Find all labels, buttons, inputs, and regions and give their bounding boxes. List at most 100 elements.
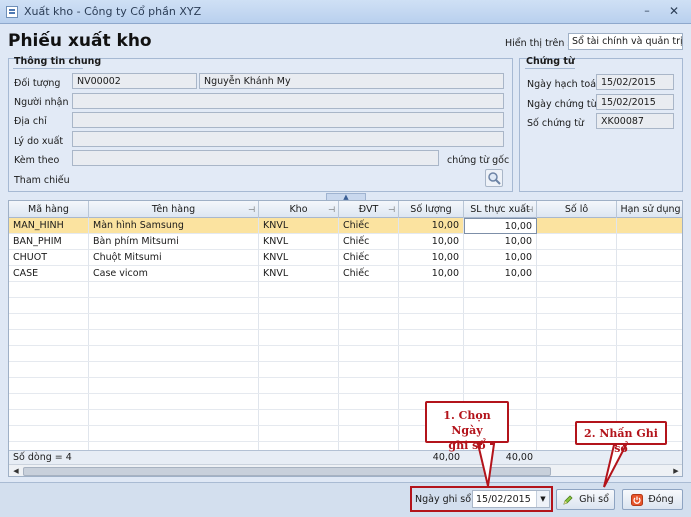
cell-kho[interactable]: KNVL	[259, 218, 339, 234]
ghi-so-label: Ghi sổ	[579, 494, 609, 505]
ngay-chung-tu-label: Ngày chứng từ	[527, 99, 597, 110]
col-header-so-luong[interactable]: Số lượng	[399, 201, 464, 218]
close-window-button[interactable]: ✕	[665, 3, 683, 19]
cell-sl-thuc-xuat[interactable]: 10,00	[464, 266, 537, 282]
step1-callout: 1. Chọn Ngày ghi sổ	[425, 401, 509, 452]
pencil-icon	[563, 494, 573, 505]
total-sl-thuc-xuat: 40,00	[505, 452, 533, 463]
nguoi-nhan-input[interactable]	[72, 93, 504, 109]
horizontal-scrollbar[interactable]: ◀ ▶	[9, 464, 682, 476]
cell-dvt[interactable]: Chiếc	[339, 250, 399, 266]
cell-han-su-dung[interactable]	[617, 266, 682, 282]
cell-ten-hang[interactable]: Bàn phím Mitsumi	[89, 234, 259, 250]
ly-do-xuat-input[interactable]	[72, 131, 504, 147]
cell-dvt[interactable]: Chiếc	[339, 266, 399, 282]
col-header-kho[interactable]: Kho ⊣	[259, 201, 339, 218]
doi-tuong-name-input[interactable]: Nguyễn Khánh My	[199, 73, 504, 89]
window-title: Xuất kho - Công ty Cổ phần XYZ	[24, 5, 202, 18]
table-row[interactable]: CHUOT Chuột Mitsumi KNVL Chiếc 10,00 10,…	[9, 250, 682, 266]
cell-ma-hang[interactable]: CASE	[9, 266, 89, 282]
col-header-dvt-label: ĐVT	[358, 204, 379, 215]
nguoi-nhan-label: Người nhận	[14, 97, 69, 108]
search-icon	[488, 172, 501, 185]
ngay-hach-toan-label: Ngày hạch toán	[527, 79, 603, 90]
ngay-hach-toan-input[interactable]: 15/02/2015	[596, 74, 674, 90]
cell-so-luong[interactable]: 10,00	[399, 250, 464, 266]
cell-kho[interactable]: KNVL	[259, 266, 339, 282]
tham-chieu-lookup-button[interactable]	[485, 169, 503, 187]
cell-kho[interactable]: KNVL	[259, 250, 339, 266]
chung-tu-goc-label: chứng từ gốc	[447, 155, 510, 166]
step1-line2: ghi sổ	[448, 439, 486, 452]
ghi-so-button[interactable]: Ghi sổ	[556, 489, 615, 510]
table-row[interactable]: CASE Case vicom KNVL Chiếc 10,00 10,00	[9, 266, 682, 282]
cell-han-su-dung[interactable]	[617, 218, 682, 234]
cell-sl-thuc-xuat[interactable]: 10,00	[464, 218, 537, 234]
col-header-so-lo[interactable]: Số lô	[537, 201, 617, 218]
doi-tuong-label: Đối tượng	[14, 78, 61, 89]
cell-so-luong[interactable]: 10,00	[399, 234, 464, 250]
cell-so-lo[interactable]	[537, 234, 617, 250]
power-icon	[631, 493, 644, 506]
cell-so-luong[interactable]: 10,00	[399, 266, 464, 282]
cell-sl-thuc-xuat[interactable]: 10,00	[464, 234, 537, 250]
table-row[interactable]: MAN_HINH Màn hình Samsung KNVL Chiếc 10,…	[9, 218, 682, 234]
col-header-kho-label: Kho	[289, 204, 308, 215]
total-so-luong: 40,00	[432, 452, 460, 463]
scroll-right-icon[interactable]: ▶	[670, 466, 682, 476]
dong-label: Đóng	[648, 494, 674, 505]
cell-dvt[interactable]: Chiếc	[339, 218, 399, 234]
voucher-title: Chứng từ	[526, 56, 575, 67]
cell-han-su-dung[interactable]	[617, 234, 682, 250]
cell-so-luong[interactable]: 10,00	[399, 218, 464, 234]
tham-chieu-label: Tham chiếu	[14, 175, 70, 186]
pin-icon[interactable]: ⊣	[248, 201, 255, 218]
dia-chi-label: Địa chỉ	[14, 116, 47, 127]
col-header-sl-thuc-xuat[interactable]: SL thực xuất ⊣	[464, 201, 537, 218]
scrollbar-thumb[interactable]	[23, 467, 551, 476]
so-chung-tu-label: Số chứng từ	[527, 118, 584, 129]
cell-ten-hang[interactable]: Chuột Mitsumi	[89, 250, 259, 266]
step2-callout: 2. Nhấn Ghi sổ	[575, 421, 667, 455]
cell-ma-hang[interactable]: BAN_PHIM	[9, 234, 89, 250]
table-row[interactable]: BAN_PHIM Bàn phím Mitsumi KNVL Chiếc 10,…	[9, 234, 682, 250]
so-chung-tu-input[interactable]: XK00087	[596, 113, 674, 129]
ngay-ghi-so-label: Ngày ghi sổ	[415, 494, 472, 505]
cell-so-lo[interactable]	[537, 266, 617, 282]
cell-so-lo[interactable]	[537, 250, 617, 266]
cell-dvt[interactable]: Chiếc	[339, 234, 399, 250]
col-header-ten-hang[interactable]: Tên hàng ⊣	[89, 201, 259, 218]
col-header-han-su-dung[interactable]: Hạn sử dụng	[617, 201, 682, 218]
cell-so-lo[interactable]	[537, 218, 617, 234]
col-header-sl-thuc-xuat-label: SL thực xuất	[470, 204, 530, 215]
col-header-ten-hang-label: Tên hàng	[151, 204, 196, 215]
date-dropdown-icon[interactable]: ▼	[536, 491, 549, 507]
dia-chi-input[interactable]	[72, 112, 504, 128]
ngay-chung-tu-input[interactable]: 15/02/2015	[596, 94, 674, 110]
pin-icon[interactable]: ⊣	[526, 201, 533, 218]
cell-ten-hang[interactable]: Case vicom	[89, 266, 259, 282]
step1-line1: 1. Chọn Ngày	[443, 409, 491, 437]
grid-header: Mã hàng Tên hàng ⊣ Kho ⊣ ĐVT ⊣ Số lượng SL …	[9, 201, 682, 218]
ly-do-xuat-label: Lý do xuất	[14, 136, 64, 147]
pin-icon[interactable]: ⊣	[328, 201, 335, 218]
kem-theo-input[interactable]	[72, 150, 439, 166]
cell-kho[interactable]: KNVL	[259, 234, 339, 250]
cell-sl-thuc-xuat[interactable]: 10,00	[464, 250, 537, 266]
cell-ma-hang[interactable]: MAN_HINH	[9, 218, 89, 234]
cell-ten-hang[interactable]: Màn hình Samsung	[89, 218, 259, 234]
dong-button[interactable]: Đóng	[622, 489, 683, 510]
col-header-ma-hang[interactable]: Mã hàng	[9, 201, 89, 218]
collapse-panel-handle[interactable]: ▲	[326, 193, 366, 201]
kem-theo-label: Kèm theo	[14, 155, 60, 166]
grid-footer: Số dòng = 4 40,00 40,00	[9, 450, 682, 464]
scroll-left-icon[interactable]: ◀	[10, 466, 22, 476]
cell-ma-hang[interactable]: CHUOT	[9, 250, 89, 266]
pin-icon[interactable]: ⊣	[388, 201, 395, 218]
doi-tuong-code-input[interactable]: NV00002	[72, 73, 197, 89]
app-window-icon	[6, 6, 18, 18]
cell-han-su-dung[interactable]	[617, 250, 682, 266]
col-header-dvt[interactable]: ĐVT ⊣	[339, 201, 399, 218]
minimize-button[interactable]: –	[641, 4, 653, 18]
view-on-book-select[interactable]: Sổ tài chính và quản trị	[568, 33, 683, 50]
